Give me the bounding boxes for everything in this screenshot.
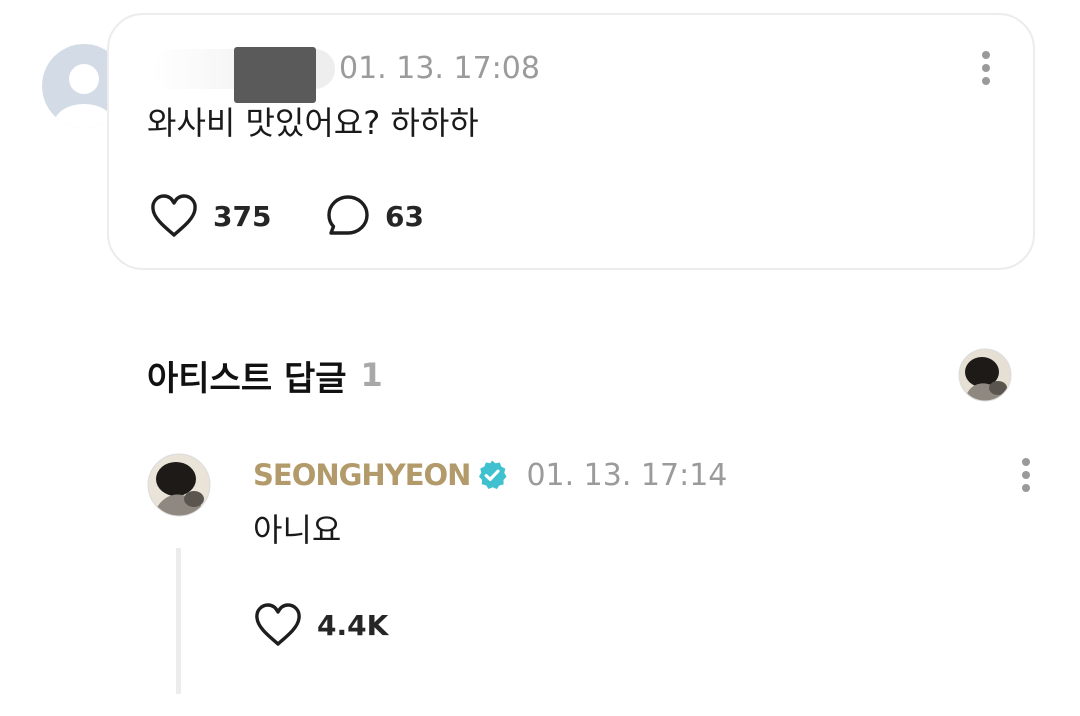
post-text: 와사비 맛있어요? 하하하 [147, 104, 479, 142]
comment-count: 63 [385, 199, 424, 233]
more-vertical-icon[interactable] [981, 51, 991, 91]
reply-count: 1 [360, 356, 383, 394]
heart-outline-icon [255, 603, 301, 646]
reply-author-row: SEONGHYEON 01. 13. 17:14 [253, 455, 727, 495]
author-name-censor-block [234, 47, 316, 103]
more-vertical-icon[interactable] [1021, 458, 1031, 498]
thread-line [176, 548, 181, 694]
artist-photo-icon [958, 348, 1012, 402]
reply-timestamp: 01. 13. 17:14 [526, 457, 728, 493]
like-count: 375 [213, 199, 272, 233]
comment-button[interactable]: 63 [325, 191, 424, 241]
artist-name[interactable]: SEONGHYEON [253, 458, 471, 492]
reply-like-button[interactable]: 4.4K [253, 600, 388, 650]
heart-outline-icon [151, 194, 197, 237]
reply-like-count: 4.4K [317, 608, 389, 642]
artist-photo-icon [147, 453, 211, 517]
artist-reply-header: 아티스트 답글 1 [147, 350, 383, 400]
section-title: 아티스트 답글 [147, 358, 347, 399]
like-button[interactable]: 375 [149, 191, 271, 241]
reply-text: 아니요 [253, 511, 342, 549]
speech-bubble-icon [327, 195, 369, 235]
post-card: 01. 13. 17:08 와사비 맛있어요? 하하하 375 63 [107, 13, 1035, 270]
artist-avatar-small[interactable] [958, 348, 1012, 402]
post-timestamp: 01. 13. 17:08 [339, 51, 540, 86]
verified-badge-icon [479, 460, 507, 490]
artist-avatar[interactable] [147, 453, 211, 517]
